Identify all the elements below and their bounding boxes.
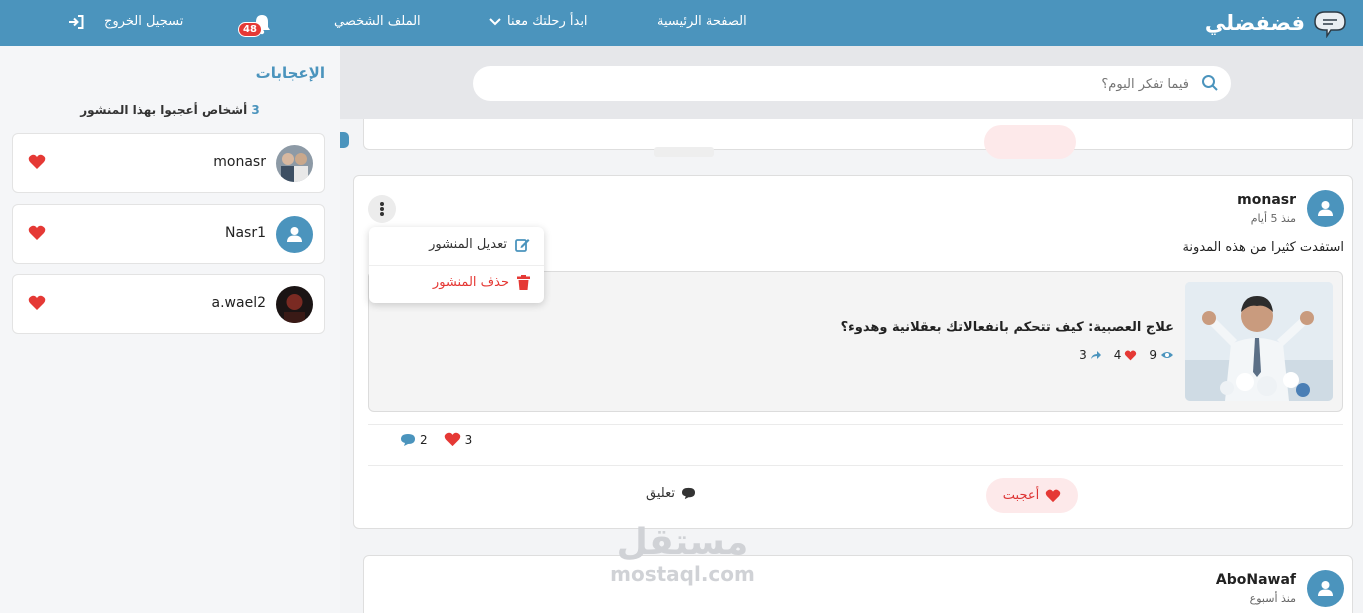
likes-panel: الإعجابات 3 أشخاص أعجبوا بهذا المنشور mo… xyxy=(0,46,340,613)
notification-badge: 48 xyxy=(238,22,262,37)
likes-count-text: 3 أشخاص أعجبوا بهذا المنشور xyxy=(80,103,260,117)
search-box[interactable] xyxy=(473,66,1231,101)
avatar xyxy=(276,286,313,323)
shares-stat: 3 xyxy=(1079,348,1102,362)
edit-icon xyxy=(515,239,530,252)
article-thumbnail xyxy=(1185,282,1333,401)
comment-icon xyxy=(681,487,695,500)
liker-name: Nasr1 xyxy=(224,225,266,241)
post-author[interactable]: AboNawaf xyxy=(1216,572,1296,588)
search-bar-area xyxy=(340,46,1363,119)
watermark: مستقل mostaql.com xyxy=(610,522,755,587)
avatar xyxy=(276,145,313,182)
comment-button[interactable]: تعليق xyxy=(646,486,696,501)
eye-icon xyxy=(1161,352,1173,358)
post-author[interactable]: monasr xyxy=(1237,192,1296,208)
chevron-down-icon xyxy=(489,17,501,25)
article-title: علاج العصبية: كيف تتحكم بانفعالاتك بعقلا… xyxy=(840,320,1174,335)
post-time: منذ 5 أيام xyxy=(1250,212,1296,225)
likes-stat: 4 xyxy=(1114,348,1138,362)
next-post-card: AboNawaf منذ أسبوع xyxy=(363,555,1353,613)
post-time: منذ أسبوع xyxy=(1249,592,1296,605)
post-options-button[interactable] xyxy=(368,195,396,223)
scroll-handle[interactable] xyxy=(340,132,349,148)
like-button[interactable]: أعجبت xyxy=(986,478,1078,513)
heart-icon xyxy=(28,225,46,240)
search-input[interactable] xyxy=(509,73,1189,95)
liker-name: a.wael2 xyxy=(211,295,266,311)
post-reaction-counts: 2 3 xyxy=(400,432,472,447)
trash-icon xyxy=(517,275,530,290)
comments-count[interactable]: 2 xyxy=(400,433,428,447)
heart-icon xyxy=(1125,350,1137,360)
likes-title: الإعجابات xyxy=(255,64,325,82)
default-avatar-icon xyxy=(1307,570,1344,607)
heart-icon xyxy=(28,295,46,310)
brand-name: فضفضلي xyxy=(1204,11,1305,35)
post-card: monasr منذ 5 أيام استفدت كثيرا من هذه ال… xyxy=(353,175,1353,529)
views-stat: 9 xyxy=(1149,348,1174,362)
heart-icon xyxy=(444,432,460,447)
liker-item[interactable]: a.wael2 xyxy=(12,274,325,334)
liker-name: monasr xyxy=(213,154,266,170)
liker-item[interactable]: monasr xyxy=(12,133,325,193)
brand-logo[interactable]: فضفضلي xyxy=(1205,7,1349,39)
heart-icon xyxy=(1045,489,1061,502)
sign-out-icon xyxy=(69,14,84,29)
logout-link[interactable]: تسجيل الخروج xyxy=(68,14,183,29)
nav-profile[interactable]: الملف الشخصي xyxy=(334,14,421,29)
liker-item[interactable]: Nasr1 xyxy=(12,204,325,264)
nav-home[interactable]: الصفحة الرئيسية xyxy=(657,14,747,29)
top-navbar: فضفضلي الصفحة الرئيسية ابدأ رحلتك معنا ا… xyxy=(0,0,1363,46)
likes-count[interactable]: 3 xyxy=(444,432,472,447)
comment-icon xyxy=(401,433,415,446)
post-text: استفدت كثيرا من هذه المدونة xyxy=(1182,240,1344,255)
edit-post-menu-item[interactable]: تعديل المنشور xyxy=(429,237,530,252)
main-feed: monasr منذ 5 أيام استفدت كثيرا من هذه ال… xyxy=(340,46,1363,613)
nav-start-journey[interactable]: ابدأ رحلتك معنا xyxy=(489,14,588,29)
notifications-button[interactable]: 48 xyxy=(238,10,274,40)
default-avatar-icon xyxy=(1307,190,1344,227)
previous-comment-button[interactable] xyxy=(654,147,714,157)
previous-like-button[interactable] xyxy=(984,125,1076,159)
search-icon xyxy=(1202,75,1218,91)
default-avatar-icon xyxy=(276,216,313,253)
article-stats: 9 4 3 xyxy=(1079,348,1174,362)
heart-icon xyxy=(28,154,46,169)
post-options-menu: تعديل المنشور حذف المنشور xyxy=(369,227,544,303)
logo-icon xyxy=(1314,11,1346,38)
delete-post-menu-item[interactable]: حذف المنشور xyxy=(433,275,530,290)
share-icon xyxy=(1090,351,1101,359)
